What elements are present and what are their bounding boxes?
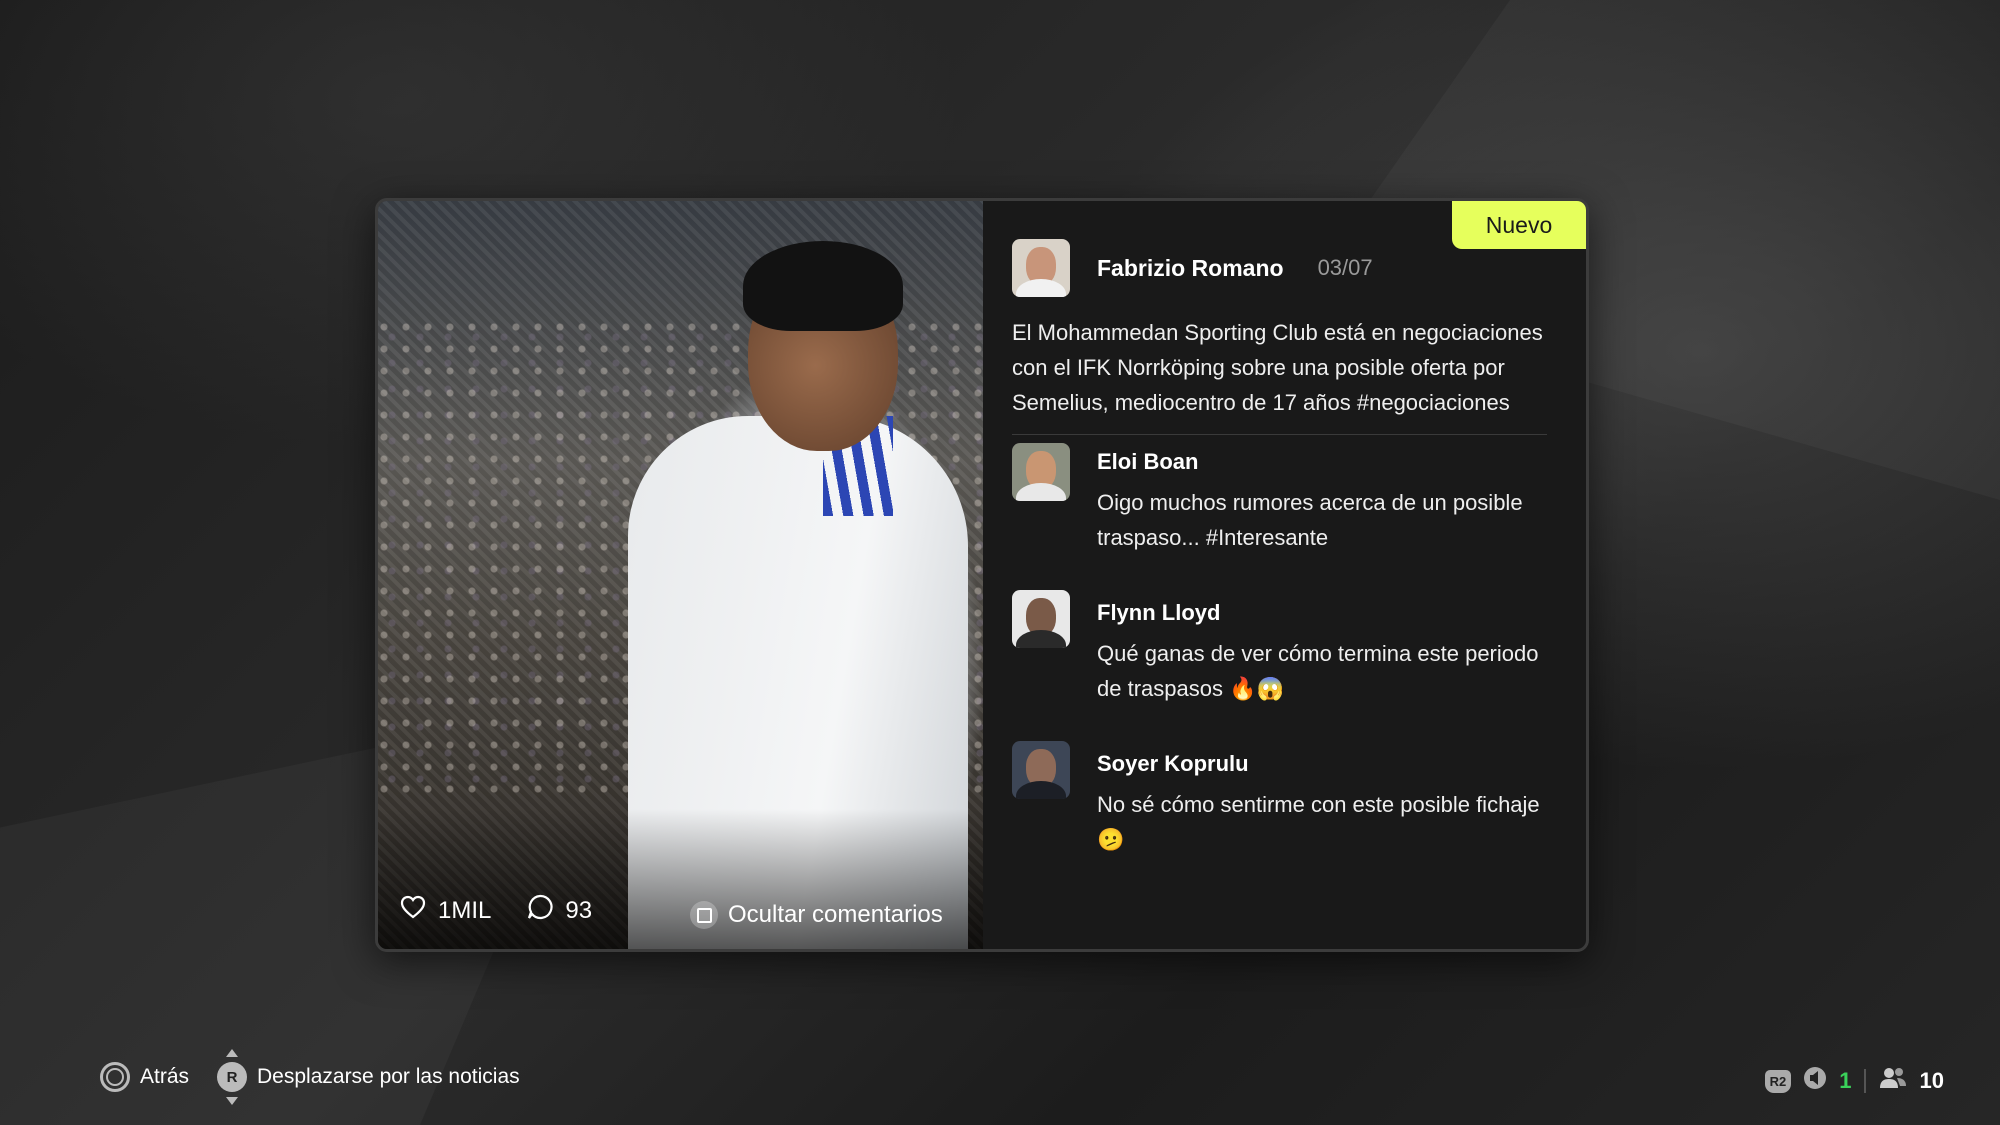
post-stats: 1MIL 93 xyxy=(400,894,614,927)
speaker-icon xyxy=(1803,1066,1827,1096)
heart-icon xyxy=(400,895,426,926)
controller-hints: Atrás R Desplazarse por las noticias xyxy=(100,1049,520,1105)
avatar xyxy=(1012,741,1070,799)
avatar xyxy=(1012,239,1070,297)
likes-stat: 1MIL xyxy=(400,895,491,926)
back-label[interactable]: Atrás xyxy=(140,1065,189,1089)
post-author[interactable]: Fabrizio Romano xyxy=(1097,255,1284,282)
divider xyxy=(1863,1069,1866,1093)
post-text: El Mohammedan Sporting Club está en nego… xyxy=(1012,320,1543,415)
comment-author[interactable]: Eloi Boan xyxy=(1097,449,1557,475)
player-hair xyxy=(743,241,903,331)
post-header: Fabrizio Romano 03/07 xyxy=(1012,239,1557,297)
comment-item: Eloi Boan Oigo muchos rumores acerca de … xyxy=(1012,439,1557,590)
comment-item: Flynn Lloyd Qué ganas de ver cómo termin… xyxy=(1012,590,1557,741)
comment-text: Qué ganas de ver cómo termina este perio… xyxy=(1097,641,1539,701)
comment-author[interactable]: Soyer Koprulu xyxy=(1097,751,1557,777)
comment-item: Soyer Koprulu No sé cómo sentirme con es… xyxy=(1012,741,1557,881)
news-feed: Fabrizio Romano 03/07 El Mohammedan Spor… xyxy=(1012,239,1557,881)
avatar xyxy=(1012,590,1070,648)
news-card: 1MIL 93 Ocultar comentarios Nuevo Fabriz… xyxy=(375,198,1589,952)
likes-count: 1MIL xyxy=(438,896,492,924)
notifications-count: 1 xyxy=(1839,1068,1852,1093)
hide-comments-label: Ocultar comentarios xyxy=(728,901,943,928)
right-stick-icon[interactable]: R xyxy=(217,1049,248,1105)
players-count: 10 xyxy=(1919,1068,1944,1093)
status-hud: R2 1 10 xyxy=(1764,1066,1944,1096)
comment-author[interactable]: Flynn Lloyd xyxy=(1097,600,1557,626)
player-photo: 1MIL 93 Ocultar comentarios xyxy=(378,201,983,949)
scroll-label: Desplazarse por las noticias xyxy=(257,1065,520,1088)
hide-comments-button[interactable]: Ocultar comentarios xyxy=(690,901,943,929)
post-date: 03/07 xyxy=(1317,255,1373,280)
comments-count: 93 xyxy=(565,896,593,924)
divider xyxy=(1012,434,1547,435)
comment-bubble-icon xyxy=(527,894,553,927)
people-icon xyxy=(1878,1066,1908,1096)
circle-button-icon[interactable] xyxy=(100,1062,130,1092)
avatar xyxy=(1012,443,1070,501)
square-button-icon xyxy=(690,901,718,929)
r2-button-icon[interactable]: R2 xyxy=(1764,1069,1792,1093)
comment-text: Oigo muchos rumores acerca de un posible… xyxy=(1097,490,1523,550)
comments-stat: 93 xyxy=(527,894,592,927)
comment-text: No sé cómo sentirme con este posible fic… xyxy=(1097,792,1540,852)
